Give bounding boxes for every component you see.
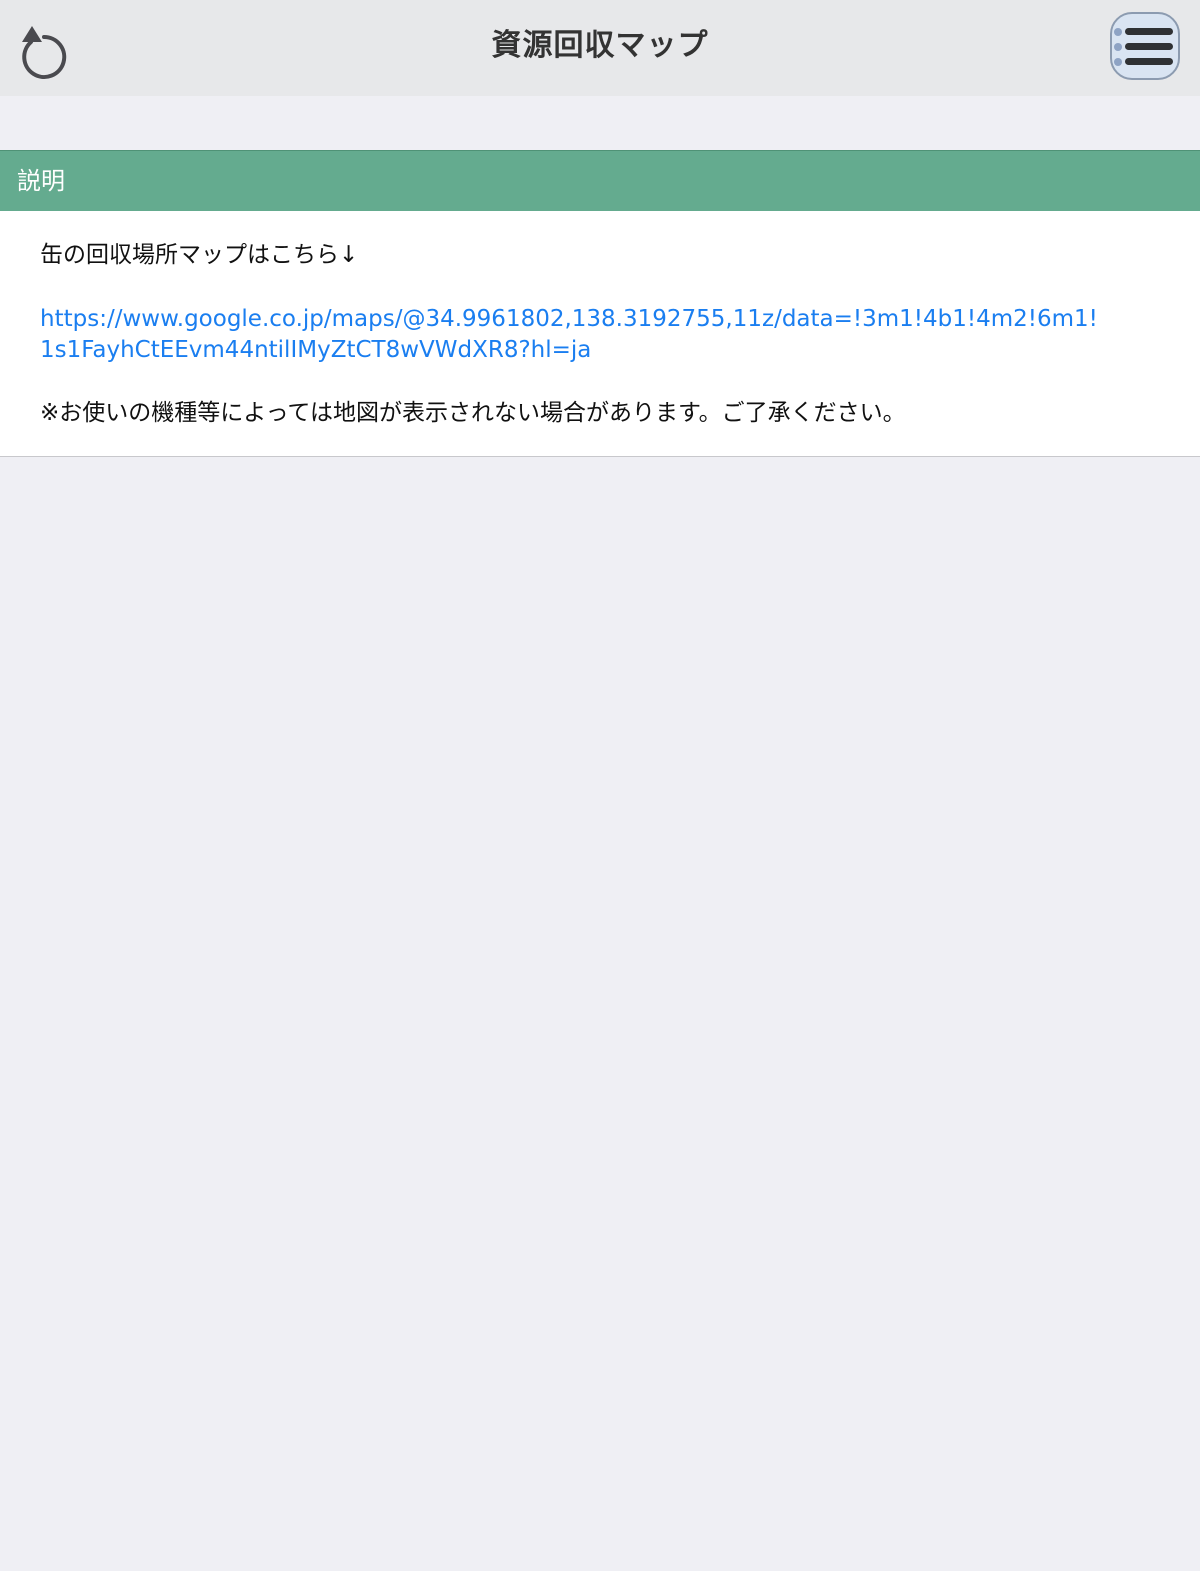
- map-link-line-2: 1s1FayhCtEEvm44ntilIMyZtCT8wVWdXR8?hl=ja: [40, 337, 592, 363]
- hamburger-menu-icon: [1114, 28, 1173, 66]
- map-link[interactable]: https://www.google.co.jp/maps/@34.996180…: [40, 304, 1120, 366]
- description-card: 缶の回収場所マップはこちら↓ https://www.google.co.jp/…: [0, 211, 1200, 457]
- section-header: 説明: [0, 150, 1200, 211]
- menu-button[interactable]: [1110, 12, 1180, 80]
- intro-text: 缶の回収場所マップはこちら↓: [40, 242, 359, 268]
- note-text: ※お使いの機種等によっては地図が表示されない場合があります。ご了承ください。: [40, 400, 906, 426]
- map-link-line-1: https://www.google.co.jp/maps/@34.996180…: [40, 306, 1098, 332]
- section-title: 説明: [17, 167, 65, 195]
- page-title: 資源回収マップ: [491, 28, 709, 63]
- navigation-bar: 資源回収マップ: [0, 0, 1200, 96]
